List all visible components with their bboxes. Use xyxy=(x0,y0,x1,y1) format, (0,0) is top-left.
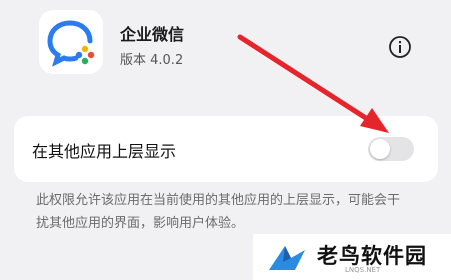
watermark: 老鸟软件园 LNQS.NET xyxy=(253,234,451,280)
watermark-subtext: LNQS.NET xyxy=(345,266,381,274)
bird-logo-icon xyxy=(269,246,305,270)
